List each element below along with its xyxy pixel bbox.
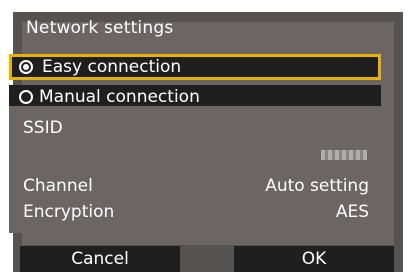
option-label: Easy connection [42, 57, 182, 77]
option-label: Manual connection [39, 87, 200, 107]
ok-button[interactable]: OK [234, 246, 394, 272]
channel-label: Channel [23, 176, 93, 196]
encryption-value: AES [335, 202, 369, 222]
radio-checked-icon[interactable] [19, 60, 33, 74]
option-easy-connection[interactable]: Easy connection [9, 54, 381, 80]
radio-unchecked-icon[interactable] [19, 90, 33, 104]
connection-info: SSID Channel Auto setting Encryption AES [9, 106, 381, 233]
cancel-button[interactable]: Cancel [20, 246, 180, 272]
ssid-value-masked [321, 150, 367, 160]
ssid-label: SSID [23, 118, 63, 138]
channel-value: Auto setting [265, 176, 369, 196]
encryption-label: Encryption [23, 202, 115, 222]
page-title: Network settings [26, 18, 174, 38]
